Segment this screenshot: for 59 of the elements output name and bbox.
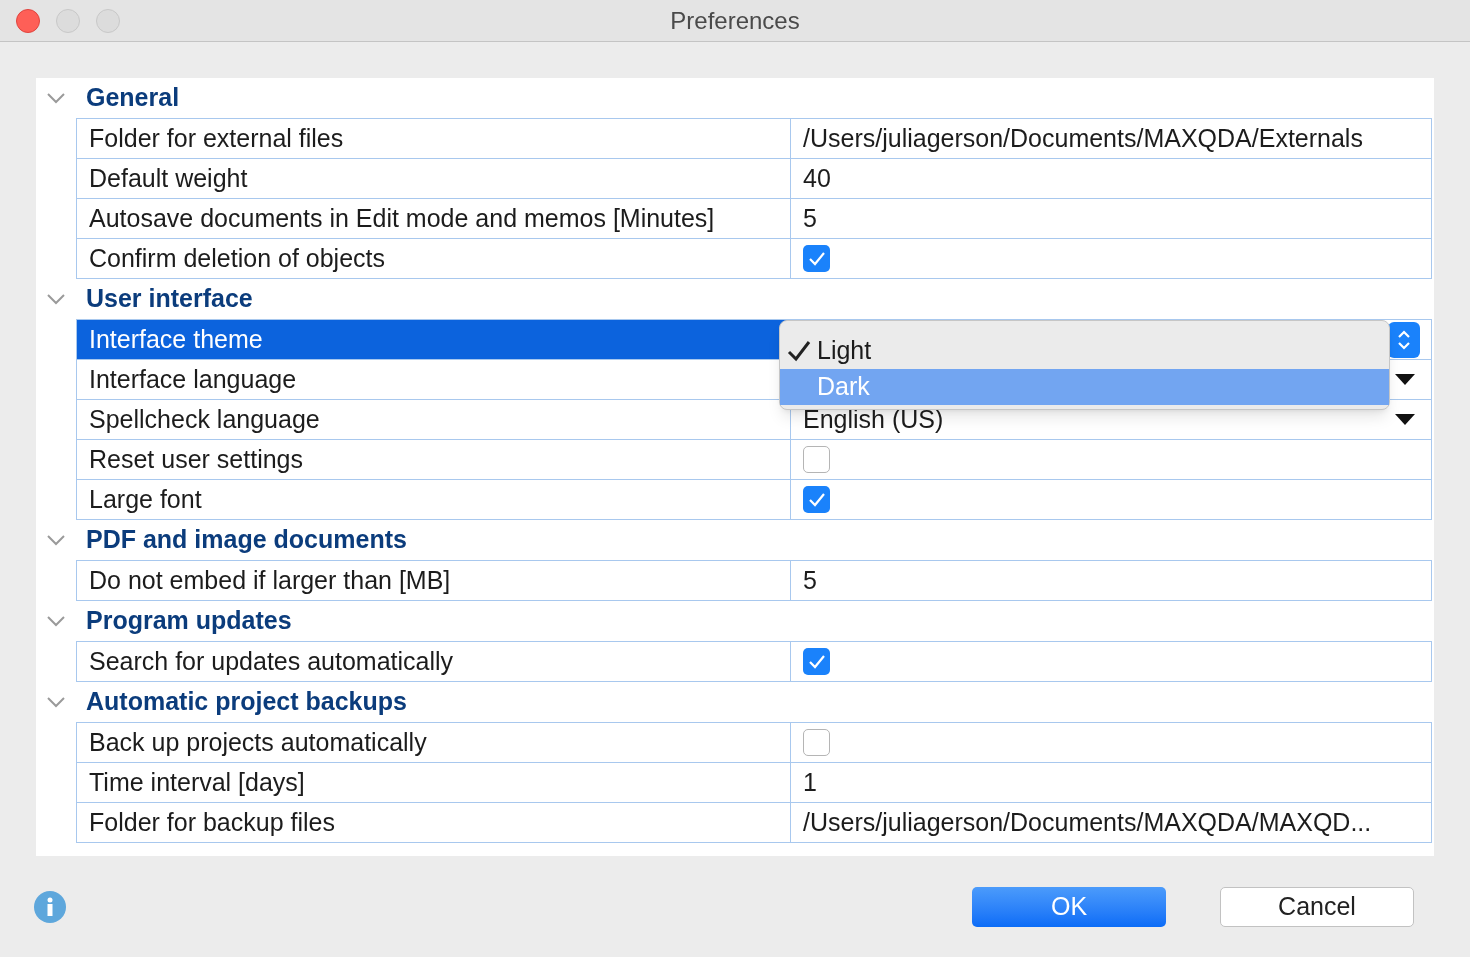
chevron-down-icon[interactable] (46, 293, 66, 305)
value-text: 1 (803, 766, 817, 798)
checkmark-icon (807, 250, 826, 267)
checkbox[interactable] (803, 648, 830, 675)
close-button[interactable] (16, 8, 40, 33)
value-text: 5 (803, 202, 817, 234)
setting-label: Large font (89, 483, 202, 515)
settings-row[interactable]: Time interval [days] 1 (77, 763, 1432, 803)
setting-label: Reset user settings (89, 443, 303, 475)
settings-row[interactable]: Confirm deletion of objects (77, 239, 1432, 279)
settings-row[interactable]: Default weight 40 (77, 159, 1432, 199)
checkbox[interactable] (803, 446, 830, 473)
setting-label: Spellcheck language (89, 403, 320, 435)
setting-label: Back up projects automatically (89, 726, 427, 758)
cancel-button[interactable]: Cancel (1220, 886, 1414, 927)
dropdown-arrow-icon[interactable] (1395, 414, 1415, 425)
section-header[interactable]: Automatic project backups (86, 683, 407, 721)
setting-label: Confirm deletion of objects (89, 242, 385, 274)
settings-row[interactable]: Reset user settings (77, 440, 1432, 480)
value-text: 5 (803, 564, 817, 596)
setting-label: Interface language (89, 363, 297, 395)
dropdown-arrow-icon[interactable] (1395, 374, 1415, 385)
chevron-down-icon[interactable] (46, 696, 66, 708)
section-header[interactable]: General (86, 79, 180, 117)
settings-row[interactable]: Autosave documents in Edit mode and memos [Minutes] 5 (77, 199, 1432, 239)
settings-row[interactable]: Back up projects automatically (77, 723, 1432, 763)
setting-label: Default weight (89, 162, 248, 194)
checkmark-icon (807, 491, 826, 508)
settings-row[interactable]: Large font (77, 480, 1432, 520)
checkbox[interactable] (803, 486, 830, 513)
stepper-icon[interactable] (1388, 321, 1420, 358)
value-text: 40 (803, 162, 831, 194)
settings-row[interactable]: Folder for backup files /Users/juliagerson/Documents/MAXQDA/MAXQD... (77, 803, 1432, 843)
value-text: English (US) (803, 403, 944, 435)
value-text: /Users/juliagerson/Documents/MAXQDA/Externals (803, 122, 1363, 154)
setting-label: Folder for external files (89, 122, 344, 154)
ok-button[interactable]: OK (972, 886, 1166, 927)
window-title: Preferences (670, 5, 800, 36)
info-icon[interactable] (34, 890, 66, 923)
chevron-down-icon[interactable] (46, 92, 66, 104)
setting-label: Interface theme (89, 323, 263, 355)
settings-row[interactable]: Search for updates automatically (77, 642, 1432, 682)
setting-label: Time interval [days] (89, 766, 305, 798)
chevron-down-icon[interactable] (46, 534, 66, 546)
checkmark-icon (807, 653, 826, 670)
settings-row[interactable]: Folder for external files /Users/juliagerson/Documents/MAXQDA/Externals (77, 119, 1432, 159)
setting-label: Do not embed if larger than [MB] (89, 564, 451, 596)
setting-label: Autosave documents in Edit mode and memos [Minutes] (89, 202, 715, 234)
checkbox[interactable] (803, 245, 830, 272)
checkbox[interactable] (803, 729, 830, 756)
chevron-down-icon[interactable] (46, 615, 66, 627)
section-header[interactable]: Program updates (86, 602, 292, 640)
setting-label: Folder for backup files (89, 806, 335, 838)
value-text: /Users/juliagerson/Documents/MAXQDA/MAXQD... (803, 806, 1372, 838)
checkmark-icon (786, 340, 811, 362)
setting-label: Search for updates automatically (89, 645, 454, 677)
settings-row[interactable]: Do not embed if larger than [MB] 5 (77, 561, 1432, 601)
section-header[interactable]: PDF and image documents (86, 521, 407, 559)
section-header[interactable]: User interface (86, 280, 253, 318)
